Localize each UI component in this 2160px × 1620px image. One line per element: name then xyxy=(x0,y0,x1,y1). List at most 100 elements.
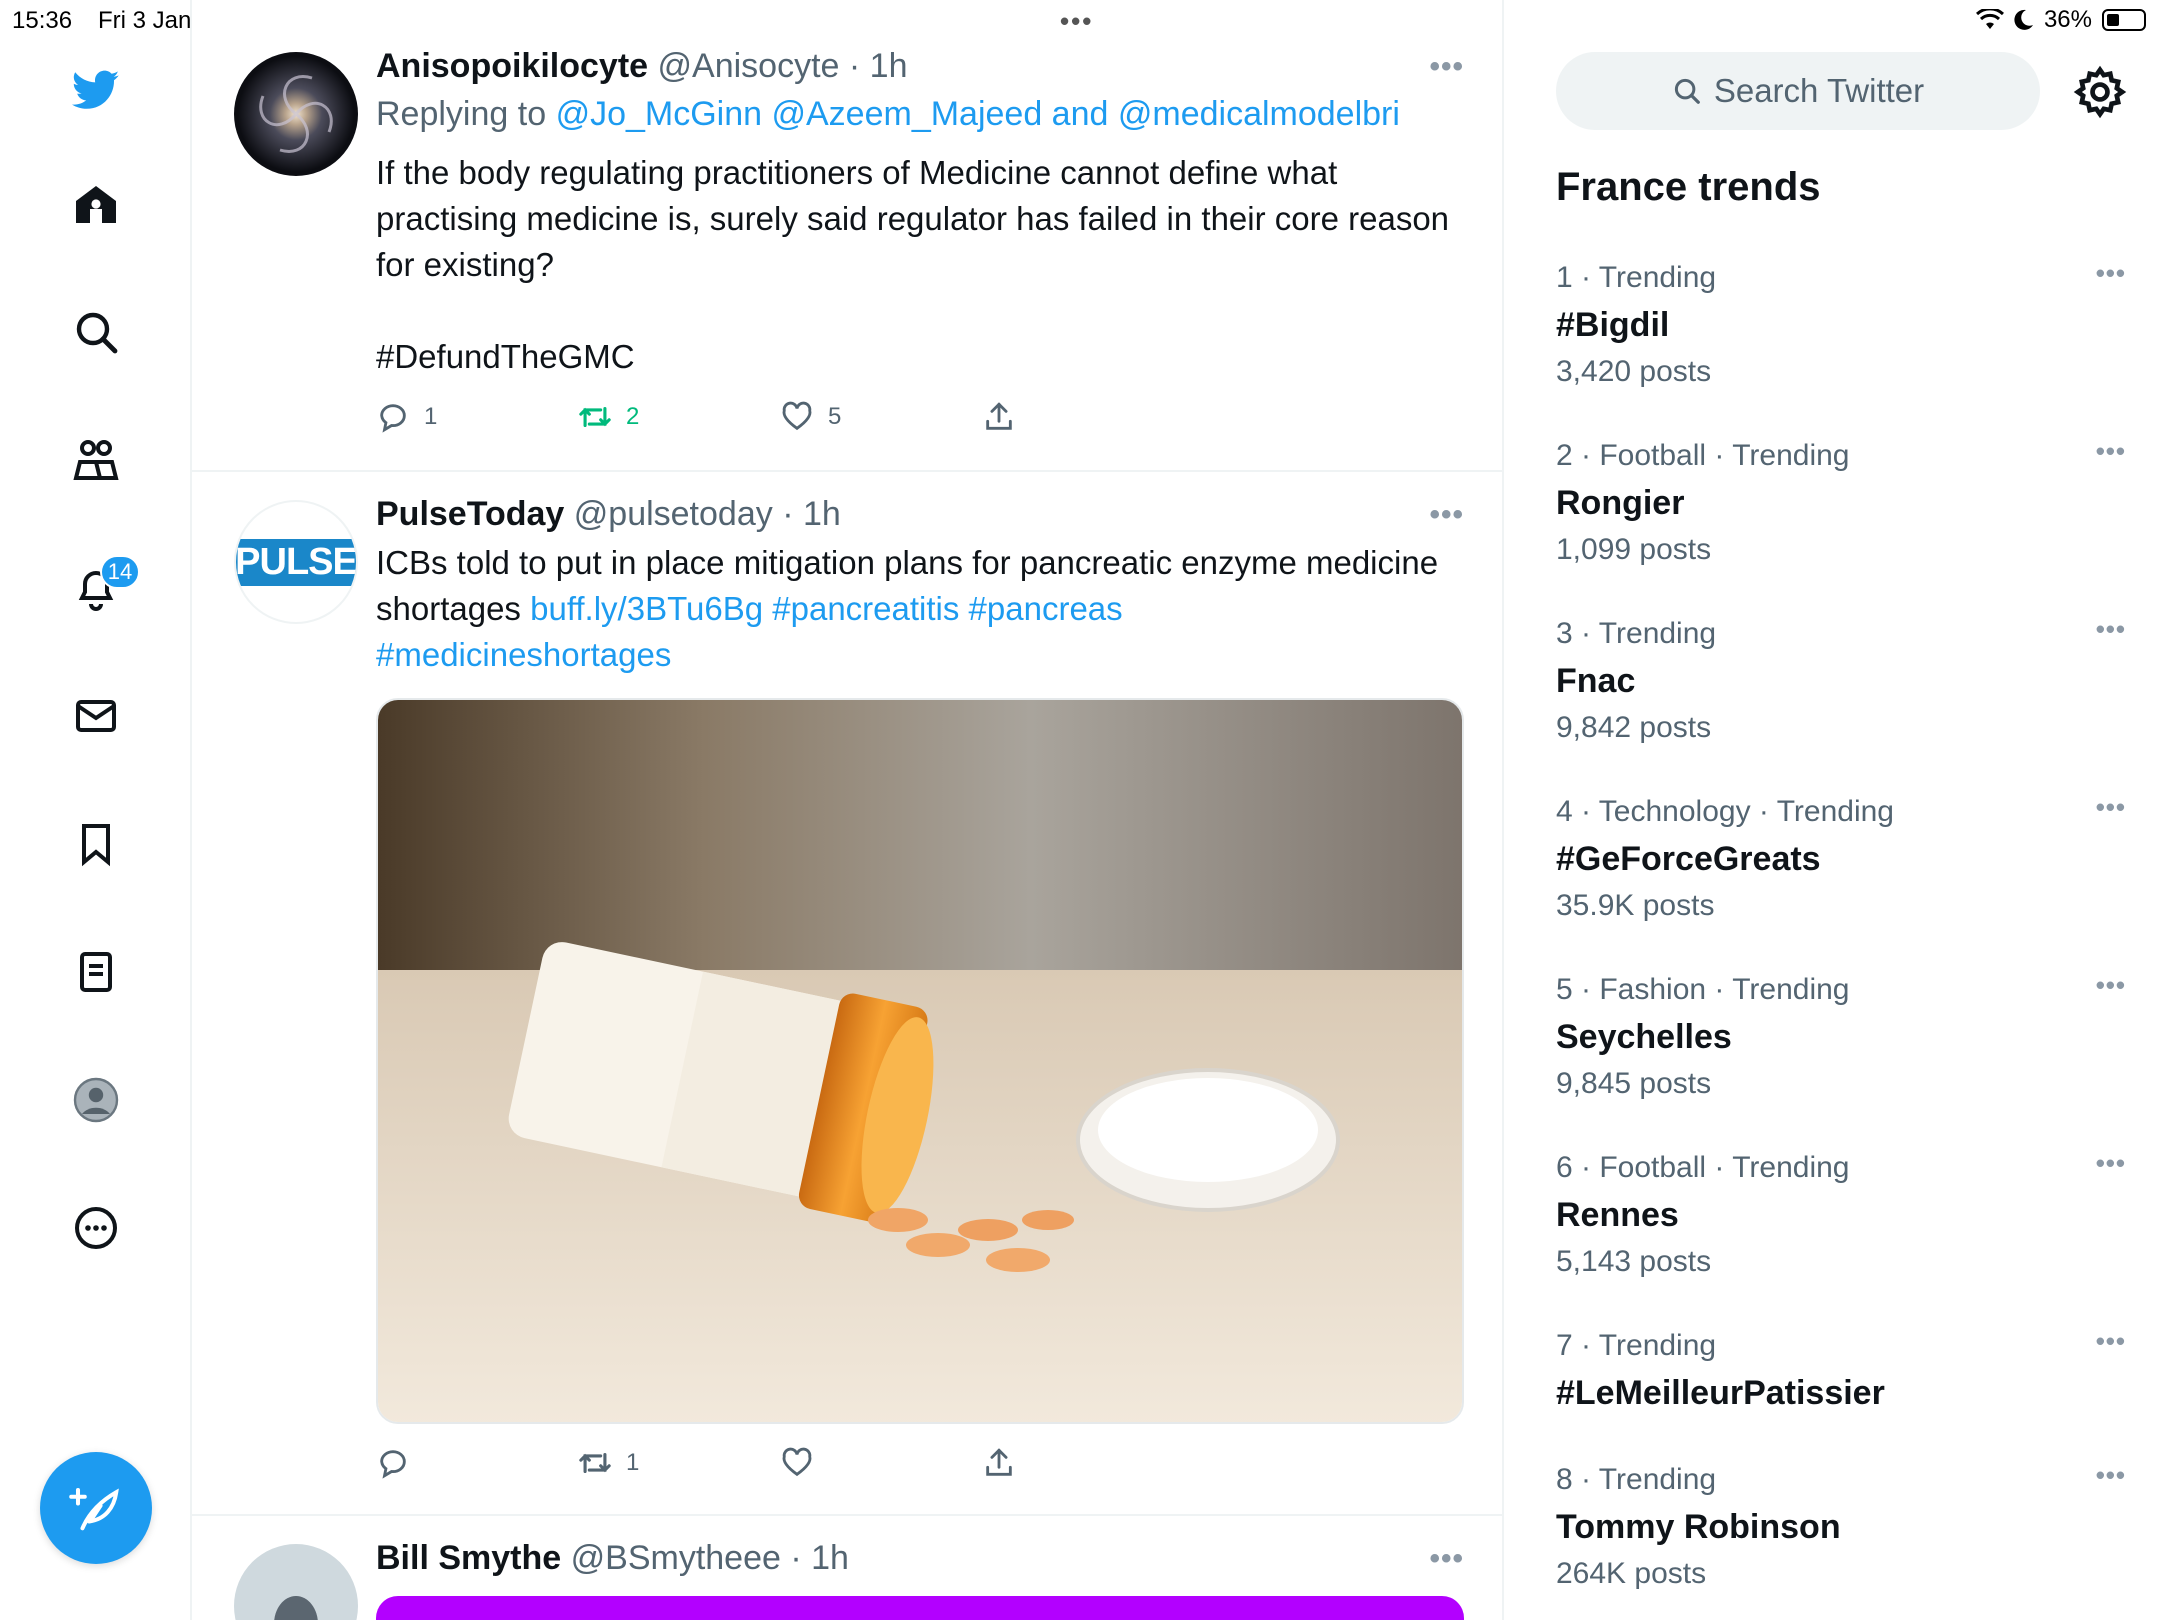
reply-button[interactable]: 1 xyxy=(376,400,578,434)
trend-item[interactable]: 1 · Trending #Bigdil 3,420 posts ••• xyxy=(1556,258,2136,392)
more-options-icon[interactable] xyxy=(66,1198,126,1258)
share-icon xyxy=(986,1448,1012,1476)
communities-icon[interactable] xyxy=(66,430,126,490)
tweet-media-preview[interactable] xyxy=(376,1596,1464,1620)
notifications-badge: 14 xyxy=(100,555,140,589)
trend-more-icon[interactable]: ••• xyxy=(2096,970,2126,1001)
author-name[interactable]: Anisopoikilocyte xyxy=(376,47,648,85)
trend-meta: 7 · Trending xyxy=(1556,1329,1717,1362)
retweet-button[interactable]: 2 xyxy=(578,400,780,434)
hashtag-link[interactable]: #DefundTheGMC xyxy=(376,334,1466,380)
bookmarks-icon[interactable] xyxy=(66,814,126,874)
trend-posts: 3,420 posts xyxy=(1556,355,1712,388)
replying-label: Replying to xyxy=(376,95,547,133)
retweet-button[interactable]: 1 xyxy=(578,1446,780,1480)
compose-feather-icon xyxy=(69,1487,119,1531)
home-icon[interactable] xyxy=(66,175,126,235)
trend-meta: 8 · Trending xyxy=(1556,1463,1717,1496)
replying-to-links[interactable]: @Jo_McGinn @Azeem_Majeed and @medicalmod… xyxy=(556,95,1400,133)
reply-button[interactable] xyxy=(376,1446,578,1480)
tweet-pulsetoday[interactable]: PULSE PulseToday @pulsetoday · 1h ICBs t… xyxy=(192,472,1502,1516)
trend-more-icon[interactable]: ••• xyxy=(2096,792,2126,823)
trend-meta: 2 · Football · Trending xyxy=(1556,439,1850,472)
tweet-time: · 1h xyxy=(848,47,908,85)
trend-name: Rennes xyxy=(1556,1196,1679,1234)
author-handle[interactable]: @BSmytheee xyxy=(571,1539,781,1577)
trend-more-icon[interactable]: ••• xyxy=(2096,436,2126,467)
trend-posts: 1,099 posts xyxy=(1556,533,1712,566)
twitter-logo-icon[interactable] xyxy=(66,60,126,120)
trend-name: Fnac xyxy=(1556,662,1636,700)
trend-meta: 3 · Trending xyxy=(1556,617,1717,650)
tweet-anisopoikilocyte[interactable]: Anisopoikilocyte @Anisocyte · 1h Replyin… xyxy=(192,0,1502,472)
trend-name: #GeForceGreats xyxy=(1556,840,1821,878)
author-handle[interactable]: @Anisocyte xyxy=(658,47,840,85)
retweet-count: 1 xyxy=(626,1449,640,1476)
share-button[interactable] xyxy=(982,400,1184,434)
share-button[interactable] xyxy=(982,1446,1184,1480)
author-name[interactable]: PulseToday xyxy=(376,495,564,533)
trend-posts: 9,842 posts xyxy=(1556,711,1712,744)
trend-item[interactable]: 7 · Trending #LeMeilleurPatissier ••• xyxy=(1556,1326,2136,1416)
author-handle[interactable]: @pulsetoday xyxy=(574,495,773,533)
article-link[interactable]: buff.ly/3BTu6Bg xyxy=(530,590,763,627)
trend-more-icon[interactable]: ••• xyxy=(2096,1148,2126,1179)
right-sidebar: Search Twitter France trends 1 · Trendin… xyxy=(1504,0,2160,1620)
timeline-feed[interactable]: Anisopoikilocyte @Anisocyte · 1h Replyin… xyxy=(192,0,1504,1620)
tweet-text-block: ICBs told to put in place mitigation pla… xyxy=(376,540,1466,678)
trend-item[interactable]: 4 · Technology · Trending #GeForceGreats… xyxy=(1556,792,2136,926)
tweet-bill-smythe[interactable]: Bill Smythe @BSmytheee · 1h ••• xyxy=(192,1516,1502,1620)
trend-name: Seychelles xyxy=(1556,1018,1732,1056)
tweet-actions: 1 2 5 xyxy=(376,400,1184,434)
pulse-logo: PULSE xyxy=(236,538,356,586)
tweet-time: · 1h xyxy=(782,495,841,533)
trend-posts: 264K posts xyxy=(1556,1557,1707,1590)
trend-meta: 5 · Fashion · Trending xyxy=(1556,973,1850,1006)
avatar[interactable]: PULSE xyxy=(234,500,358,624)
trend-more-icon[interactable]: ••• xyxy=(2096,258,2126,289)
tweet-time: · 1h xyxy=(790,1539,849,1577)
profile-avatar-icon[interactable] xyxy=(66,1070,126,1130)
search-placeholder: Search Twitter xyxy=(1713,72,1925,109)
trends-title: France trends xyxy=(1556,165,1821,209)
tweet-actions: 1 xyxy=(376,1044,1184,1480)
trend-item[interactable]: 5 · Fashion · Trending Seychelles 9,845 … xyxy=(1556,970,2136,1104)
trend-more-icon[interactable]: ••• xyxy=(2096,1326,2126,1357)
explore-search-icon[interactable] xyxy=(66,302,126,362)
author-name[interactable]: Bill Smythe xyxy=(376,1539,561,1577)
hashtag-link[interactable]: #medicineshortages xyxy=(376,632,1466,678)
tweet-more-icon[interactable]: ••• xyxy=(1429,1542,1464,1576)
like-button[interactable] xyxy=(780,1446,982,1480)
messages-envelope-icon[interactable] xyxy=(66,686,126,746)
trend-more-icon[interactable]: ••• xyxy=(2096,614,2126,645)
trend-item[interactable]: 8 · Trending Tommy Robinson 264K posts •… xyxy=(1556,1460,2136,1594)
trend-meta: 1 · Trending xyxy=(1556,261,1717,294)
trend-item[interactable]: 3 · Trending Fnac 9,842 posts ••• xyxy=(1556,614,2136,748)
reply-icon xyxy=(380,404,406,433)
trend-name: Tommy Robinson xyxy=(1556,1508,1841,1546)
hashtag-links[interactable]: #pancreatitis #pancreas xyxy=(772,590,1122,627)
trend-posts: 5,143 posts xyxy=(1556,1245,1712,1278)
heart-icon xyxy=(782,401,812,431)
search-box[interactable]: Search Twitter xyxy=(1556,52,2040,130)
trend-more-icon[interactable]: ••• xyxy=(2096,1460,2126,1491)
trend-item[interactable]: 6 · Football · Trending Rennes 5,143 pos… xyxy=(1556,1148,2136,1282)
avatar[interactable] xyxy=(234,1544,358,1620)
lists-icon[interactable] xyxy=(66,942,126,1002)
heart-icon xyxy=(782,1447,812,1477)
tweet-more-icon[interactable]: ••• xyxy=(1429,498,1464,532)
avatar[interactable] xyxy=(234,52,358,176)
trend-meta: 4 · Technology · Trending xyxy=(1556,795,1894,828)
reply-icon xyxy=(380,1450,406,1479)
trend-name: #Bigdil xyxy=(1556,306,1670,344)
tweet-more-icon[interactable]: ••• xyxy=(1429,50,1464,84)
compose-tweet-button[interactable] xyxy=(40,1452,152,1564)
trend-item[interactable]: 2 · Football · Trending Rongier 1,099 po… xyxy=(1556,436,2136,570)
search-icon xyxy=(1674,78,1700,104)
like-count: 5 xyxy=(828,403,842,430)
settings-gear-icon[interactable] xyxy=(2072,64,2128,120)
trend-meta: 6 · Football · Trending xyxy=(1556,1151,1850,1184)
trend-name: #LeMeilleurPatissier xyxy=(1556,1374,1885,1412)
like-button[interactable]: 5 xyxy=(780,400,982,434)
retweet-icon xyxy=(579,406,611,428)
